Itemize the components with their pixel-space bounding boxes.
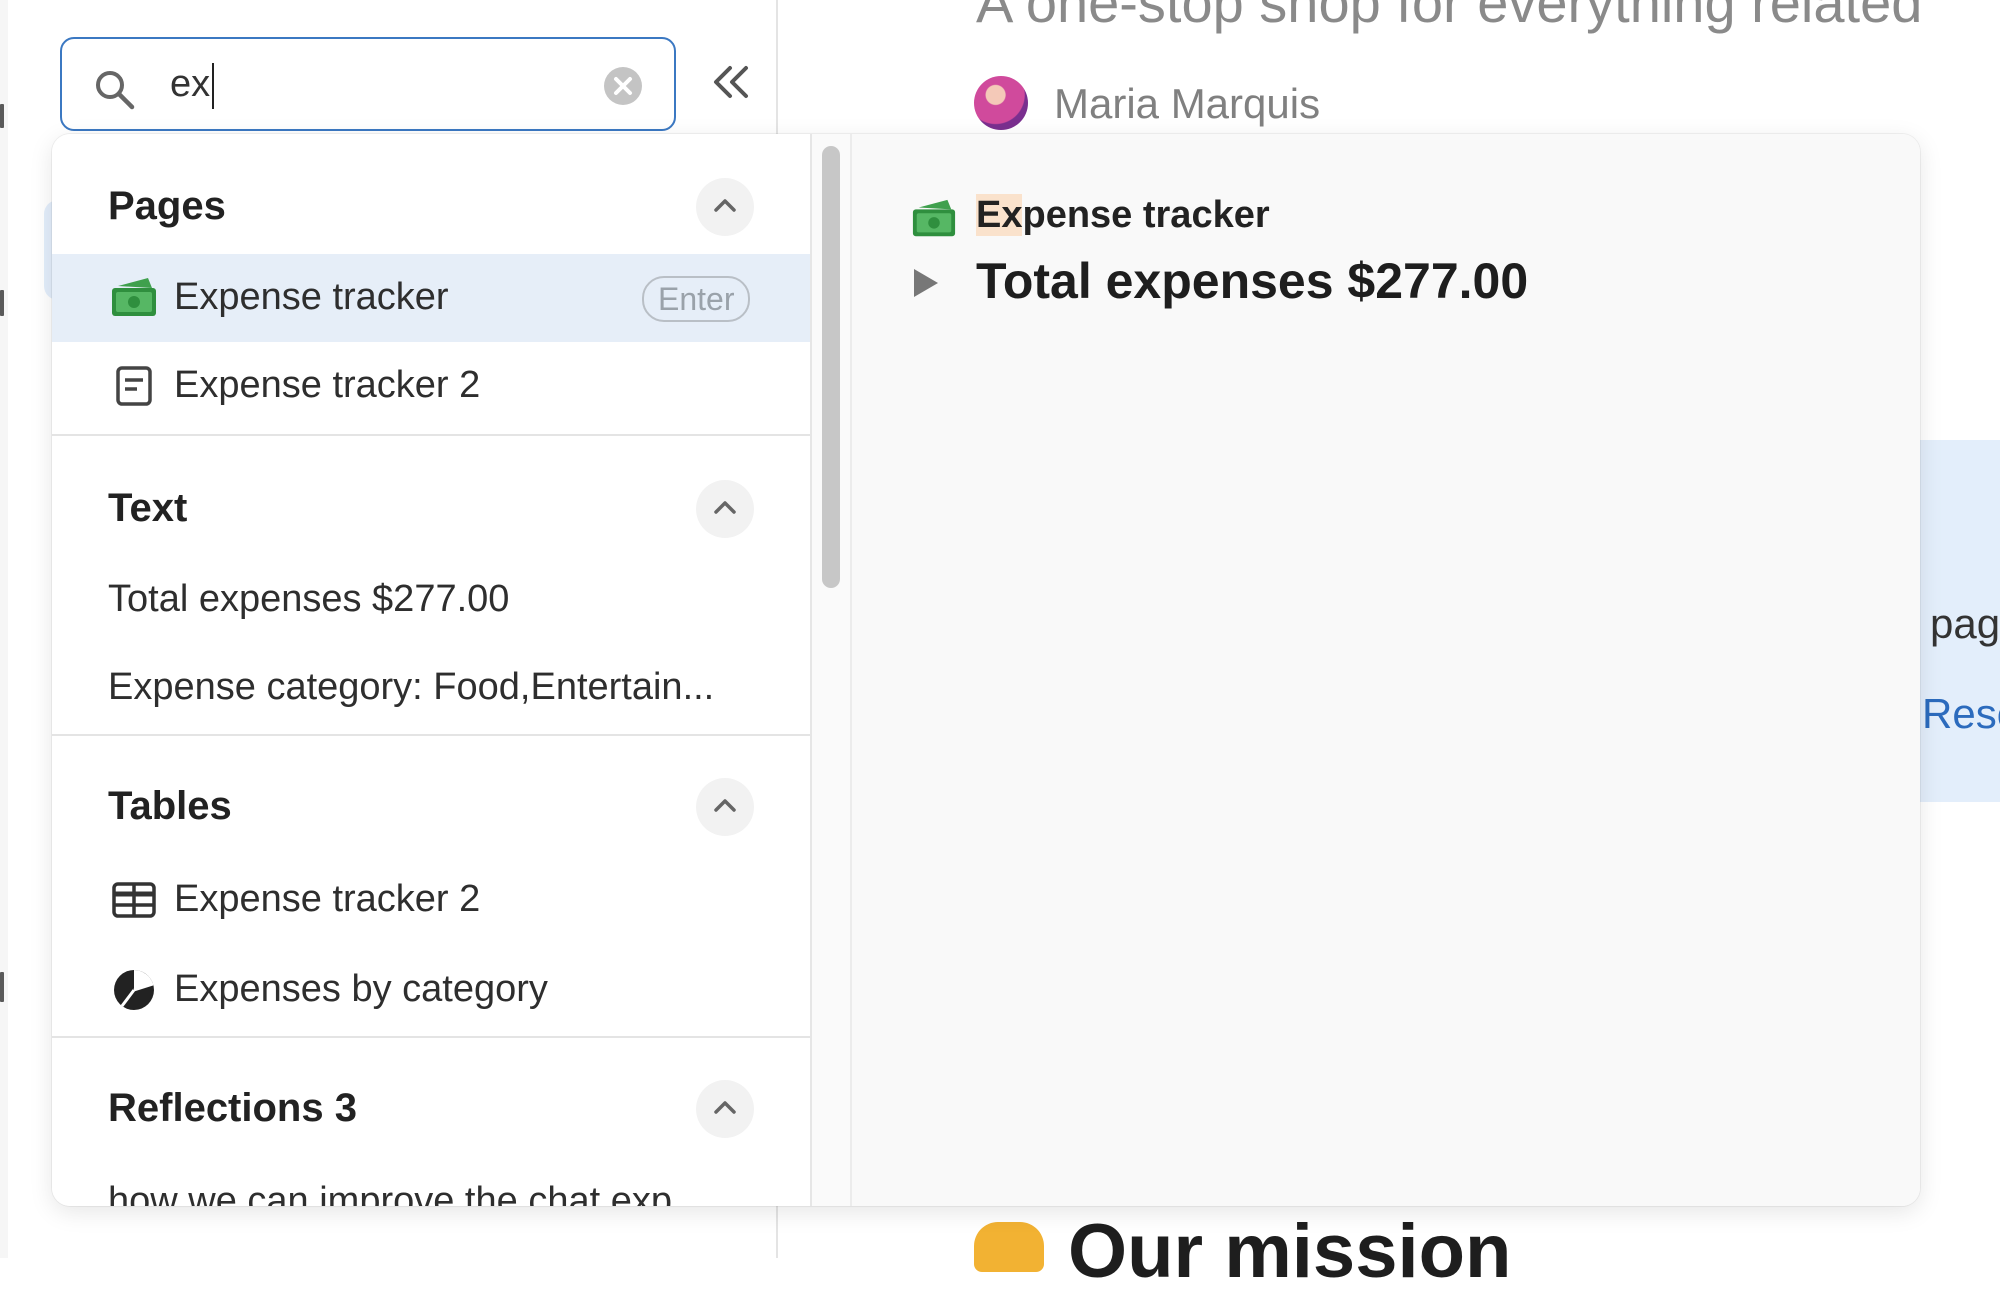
chevron-up-icon[interactable] bbox=[696, 778, 754, 836]
enter-shortcut-badge: Enter bbox=[642, 276, 751, 322]
section-tables: Tables Expense tracker 2 Expenses by cat… bbox=[52, 734, 810, 1038]
handshake-emoji-icon bbox=[974, 1222, 1044, 1272]
result-row[interactable]: how we can improve the chat exp... bbox=[52, 1158, 810, 1206]
section-title: Reflections 3 bbox=[108, 1086, 357, 1130]
results-list: Pages Expense tracker Enter Expense trac… bbox=[52, 134, 812, 1206]
preview-heading: Total expenses $277.00 bbox=[976, 253, 1529, 309]
callout-text: page bbox=[1930, 600, 2000, 647]
section-reflections: Reflections 3 how we can improve the cha… bbox=[52, 1036, 810, 1206]
money-emoji-icon bbox=[912, 199, 956, 237]
section-title: Text bbox=[108, 486, 188, 530]
result-row[interactable]: Expense category: Food,Entertain... bbox=[52, 644, 810, 732]
double-chevron-left-icon[interactable] bbox=[708, 56, 754, 108]
chevron-up-icon[interactable] bbox=[696, 178, 754, 236]
preview-pane: Expense tracker Total expenses $277.00 bbox=[852, 134, 1920, 1206]
page-icon bbox=[116, 366, 152, 406]
preview-title[interactable]: Expense tracker bbox=[976, 194, 1270, 237]
section-text: Text Total expenses $277.00 Expense cate… bbox=[52, 434, 810, 736]
result-row-active[interactable]: Expense tracker Enter bbox=[52, 254, 810, 342]
section-pages: Pages Expense tracker Enter Expense trac… bbox=[52, 134, 810, 436]
author-avatar[interactable] bbox=[974, 76, 1028, 130]
search-box[interactable] bbox=[60, 37, 676, 131]
result-row[interactable]: Expense tracker 2 bbox=[52, 856, 810, 944]
edge-mark bbox=[0, 104, 4, 128]
search-icon bbox=[96, 71, 135, 110]
result-label: Expense tracker 2 bbox=[174, 878, 481, 920]
toggle-triangle-icon[interactable] bbox=[910, 266, 940, 300]
result-text: Total expenses $277.00 bbox=[108, 578, 510, 620]
callout-link[interactable]: Resc bbox=[1922, 690, 2000, 738]
chevron-up-icon[interactable] bbox=[696, 1080, 754, 1138]
results-scrollbar[interactable] bbox=[812, 134, 852, 1206]
page-subtitle: A one-stop shop for everything related bbox=[976, 0, 1923, 34]
result-row[interactable]: Total expenses $277.00 bbox=[52, 556, 810, 644]
section-title: Pages bbox=[108, 184, 226, 228]
match-highlight: Ex bbox=[976, 194, 1023, 236]
result-label: Expense tracker bbox=[174, 276, 449, 318]
table-icon bbox=[112, 882, 156, 918]
chevron-up-icon[interactable] bbox=[696, 480, 754, 538]
mission-heading: Our mission bbox=[1068, 1209, 1512, 1294]
text-caret bbox=[212, 63, 214, 109]
result-text: how we can improve the chat exp... bbox=[108, 1180, 704, 1206]
search-results-popup: Pages Expense tracker Enter Expense trac… bbox=[52, 134, 1920, 1206]
preview-title-rest: pense tracker bbox=[1022, 194, 1270, 236]
author-name[interactable]: Maria Marquis bbox=[1054, 80, 1320, 128]
result-label: Expense tracker 2 bbox=[174, 364, 481, 406]
money-emoji-icon bbox=[112, 278, 156, 316]
edge-mark bbox=[0, 972, 4, 1002]
section-title: Tables bbox=[108, 784, 232, 828]
edge-mark bbox=[0, 290, 4, 316]
result-row[interactable]: Expense tracker 2 bbox=[52, 342, 810, 430]
clear-circle-icon[interactable] bbox=[602, 65, 644, 107]
scrollbar-thumb[interactable] bbox=[822, 146, 840, 588]
search-input[interactable] bbox=[170, 55, 640, 113]
pie-chart-icon bbox=[114, 970, 154, 1010]
result-row[interactable]: Expenses by category bbox=[52, 946, 810, 1034]
result-text: Expense category: Food,Entertain... bbox=[108, 666, 715, 708]
result-label: Expenses by category bbox=[174, 968, 548, 1010]
